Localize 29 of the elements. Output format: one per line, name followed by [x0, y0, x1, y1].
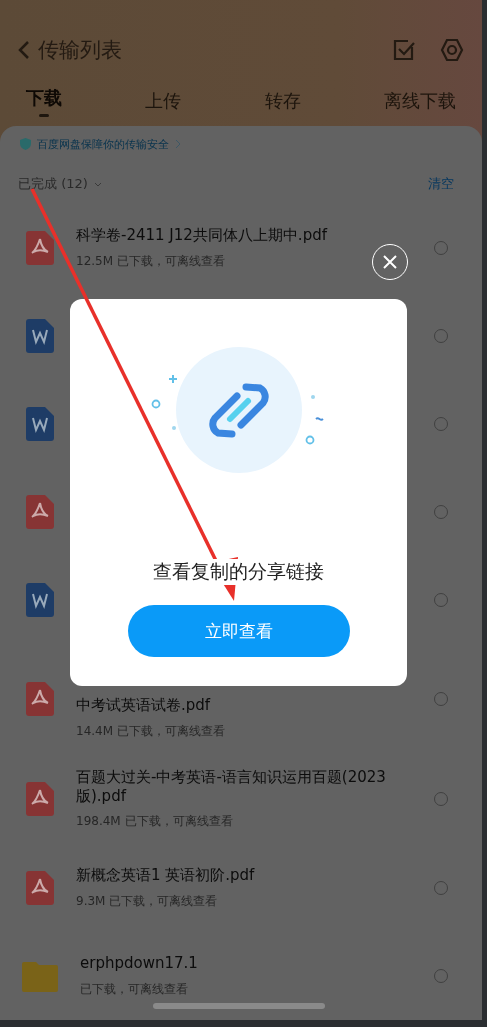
caret-icon — [93, 181, 102, 187]
file-name[interactable]: erphpdown17.1 — [80, 954, 412, 974]
security-banner[interactable]: 百度网盘保障你的传输安全 — [37, 136, 169, 152]
back-icon[interactable] — [18, 40, 30, 60]
view-now-button[interactable]: 立即查看 — [127, 605, 350, 657]
tab[interactable]: 下载 — [26, 84, 62, 118]
file-name[interactable]: 科学卷-2411 J12共同体八上期中.pdf — [76, 226, 412, 245]
checkbox-icon[interactable] — [392, 38, 416, 62]
clear-link[interactable]: 清空 — [428, 175, 454, 193]
tab[interactable]: 离线下载 — [384, 84, 456, 118]
tab[interactable]: 转存 — [264, 84, 301, 118]
settings-icon[interactable] — [440, 38, 464, 62]
word-file-icon — [26, 319, 54, 353]
page-title: 传输列表 — [38, 37, 123, 64]
dialog-message: 查看复制的分享链接 — [153, 559, 324, 585]
word-file-icon — [26, 407, 54, 441]
chevron-icon — [175, 139, 181, 149]
pdf-file-icon — [26, 871, 54, 906]
pdf-file-icon — [26, 681, 54, 716]
tab[interactable]: 上传 — [145, 84, 182, 118]
folder-icon — [22, 960, 58, 993]
shield-icon — [20, 138, 31, 150]
file-name[interactable]: 百题大过关-中考英语-语言知识运用百题(2023版).pdf — [76, 767, 412, 806]
pdf-file-icon — [26, 495, 54, 529]
file-name[interactable]: 中考试英语试卷.pdf — [76, 696, 412, 715]
pdf-file-icon — [26, 782, 54, 816]
word-file-icon — [26, 583, 54, 617]
pdf-file-icon — [26, 231, 54, 265]
file-name[interactable]: 新概念英语1 英语初阶.pdf — [76, 866, 412, 886]
